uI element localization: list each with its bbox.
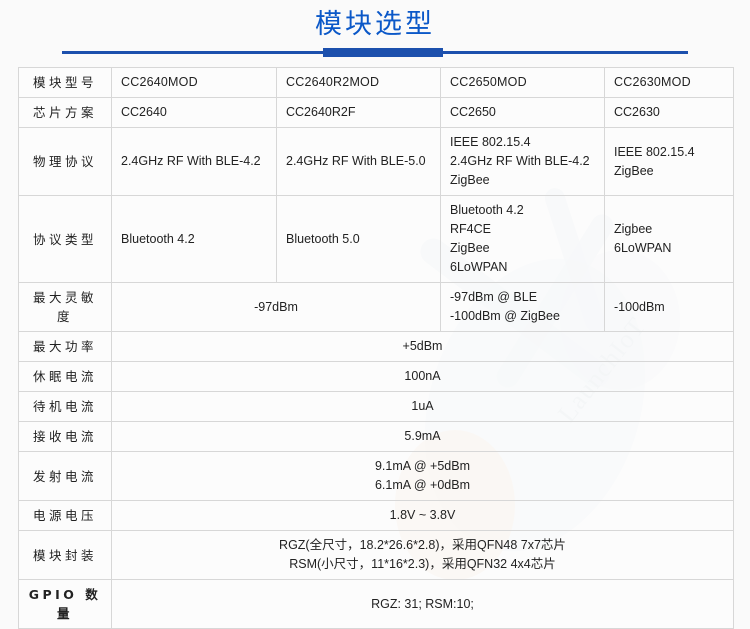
row-label-tx-current: 发射电流: [18, 451, 112, 501]
cell-sensitivity-3-line-1: -97dBm @ BLE: [450, 290, 538, 304]
row-label-gpio: GPIO 数量: [18, 579, 112, 629]
cell-sensitivity-3: -97dBm @ BLE -100dBm @ ZigBee: [440, 282, 605, 332]
table-row-max-power: 最大功率 +5dBm: [18, 331, 734, 362]
cell-package-line-1: RGZ(全尺寸，18.2*26.6*2.8)，采用QFN48 7x7芯片: [279, 538, 566, 552]
cell-tx-current: 9.1mA @ +5dBm 6.1mA @ +0dBm: [111, 451, 734, 501]
row-label-supply-voltage: 电源电压: [18, 500, 112, 531]
cell-protocol-3: Bluetooth 4.2 RF4CE ZigBee 6LoWPAN: [440, 195, 605, 283]
cell-chip-2: CC2640R2F: [276, 97, 441, 128]
cell-phy-4: IEEE 802.15.4 ZigBee: [604, 127, 734, 196]
cell-protocol-4-line-1: Zigbee: [614, 222, 653, 236]
row-label-chip: 芯片方案: [18, 97, 112, 128]
cell-protocol-3-line-2: RF4CE: [450, 222, 491, 236]
cell-supply-voltage: 1.8V ~ 3.8V: [111, 500, 734, 531]
page-header: 模块选型: [0, 0, 750, 58]
cell-protocol-3-line-4: 6LoWPAN: [450, 260, 508, 274]
spec-table-container: 模块型号 CC2640MOD CC2640R2MOD CC2650MOD CC2…: [18, 67, 734, 629]
cell-model-2: CC2640R2MOD: [276, 67, 441, 98]
table-row-phy: 物理协议 2.4GHz RF With BLE-4.2 2.4GHz RF Wi…: [18, 127, 734, 196]
row-label-sleep-current: 休眠电流: [18, 361, 112, 392]
page-title: 模块选型: [315, 9, 435, 40]
cell-model-1: CC2640MOD: [111, 67, 277, 98]
cell-standby-current: 1uA: [111, 391, 734, 422]
table-row-tx-current: 发射电流 9.1mA @ +5dBm 6.1mA @ +0dBm: [18, 451, 734, 501]
table-row-sleep-current: 休眠电流 100nA: [18, 361, 734, 392]
cell-phy-4-line-1: IEEE 802.15.4: [614, 144, 695, 159]
cell-sleep-current: 100nA: [111, 361, 734, 392]
cell-phy-4-line-2: ZigBee: [614, 163, 654, 178]
row-label-phy: 物理协议: [18, 127, 112, 196]
cell-max-power: +5dBm: [111, 331, 734, 362]
table-row-supply-voltage: 电源电压 1.8V ~ 3.8V: [18, 500, 734, 531]
cell-sensitivity-4: -100dBm: [604, 282, 734, 332]
cell-chip-3: CC2650: [440, 97, 605, 128]
cell-phy-1: 2.4GHz RF With BLE-4.2: [111, 127, 277, 196]
cell-chip-1: CC2640: [111, 97, 277, 128]
cell-rx-current: 5.9mA: [111, 421, 734, 452]
cell-model-4: CC2630MOD: [604, 67, 734, 98]
title-divider-thick: [323, 48, 443, 57]
cell-protocol-1: Bluetooth 4.2: [111, 195, 277, 283]
cell-phy-1-line-1: 2.4GHz RF With BLE-4.2: [121, 154, 261, 168]
cell-package: RGZ(全尺寸，18.2*26.6*2.8)，采用QFN48 7x7芯片 RSM…: [111, 530, 734, 580]
row-label-max-power: 最大功率: [18, 331, 112, 362]
module-spec-table: 模块型号 CC2640MOD CC2640R2MOD CC2650MOD CC2…: [18, 67, 734, 629]
row-label-standby-current: 待机电流: [18, 391, 112, 422]
cell-sensitivity-merged: -97dBm: [111, 282, 441, 332]
cell-protocol-4-line-2: 6LoWPAN: [614, 241, 672, 255]
cell-protocol-1-line-1: Bluetooth 4.2: [121, 231, 195, 246]
row-label-sensitivity: 最大灵敏度: [18, 282, 112, 332]
table-row-model: 模块型号 CC2640MOD CC2640R2MOD CC2650MOD CC2…: [18, 67, 734, 98]
table-row-standby-current: 待机电流 1uA: [18, 391, 734, 422]
table-row-sensitivity: 最大灵敏度 -97dBm -97dBm @ BLE -100dBm @ ZigB…: [18, 282, 734, 332]
row-label-package: 模块封装: [18, 530, 112, 580]
cell-phy-3-line-1: IEEE 802.15.4: [450, 135, 531, 149]
cell-gpio: RGZ: 31; RSM:10;: [111, 579, 734, 629]
cell-model-3: CC2650MOD: [440, 67, 605, 98]
cell-protocol-2-line-1: Bluetooth 5.0: [286, 231, 360, 246]
table-row-chip: 芯片方案 CC2640 CC2640R2F CC2650 CC2630: [18, 97, 734, 128]
cell-protocol-3-line-1: Bluetooth 4.2: [450, 203, 524, 217]
cell-protocol-3-line-3: ZigBee: [450, 241, 490, 255]
cell-package-line-2: RSM(小尺寸，11*16*2.3)，采用QFN32 4x4芯片: [289, 557, 556, 571]
table-row-package: 模块封装 RGZ(全尺寸，18.2*26.6*2.8)，采用QFN48 7x7芯…: [18, 530, 734, 580]
table-row-rx-current: 接收电流 5.9mA: [18, 421, 734, 452]
cell-phy-2: 2.4GHz RF With BLE-5.0: [276, 127, 441, 196]
cell-protocol-2: Bluetooth 5.0: [276, 195, 441, 283]
cell-protocol-4: Zigbee 6LoWPAN: [604, 195, 734, 283]
cell-phy-2-line-1: 2.4GHz RF With BLE-5.0: [286, 154, 426, 168]
cell-phy-3-line-2: 2.4GHz RF With BLE-4.2: [450, 154, 590, 168]
cell-sensitivity-3-line-2: -100dBm @ ZigBee: [450, 309, 560, 323]
title-divider: [62, 48, 688, 58]
row-label-protocol: 协议类型: [18, 195, 112, 283]
cell-tx-current-line-2: 6.1mA @ +0dBm: [374, 478, 471, 492]
cell-tx-current-line-1: 9.1mA @ +5dBm: [374, 459, 471, 473]
cell-phy-3-line-3: ZigBee: [450, 173, 490, 187]
row-label-rx-current: 接收电流: [18, 421, 112, 452]
table-row-gpio: GPIO 数量 RGZ: 31; RSM:10;: [18, 579, 734, 629]
table-row-protocol: 协议类型 Bluetooth 4.2 Bluetooth 5.0 Bluetoo…: [18, 195, 734, 283]
cell-phy-3: IEEE 802.15.4 2.4GHz RF With BLE-4.2 Zig…: [440, 127, 605, 196]
row-label-model: 模块型号: [18, 67, 112, 98]
cell-chip-4: CC2630: [604, 97, 734, 128]
